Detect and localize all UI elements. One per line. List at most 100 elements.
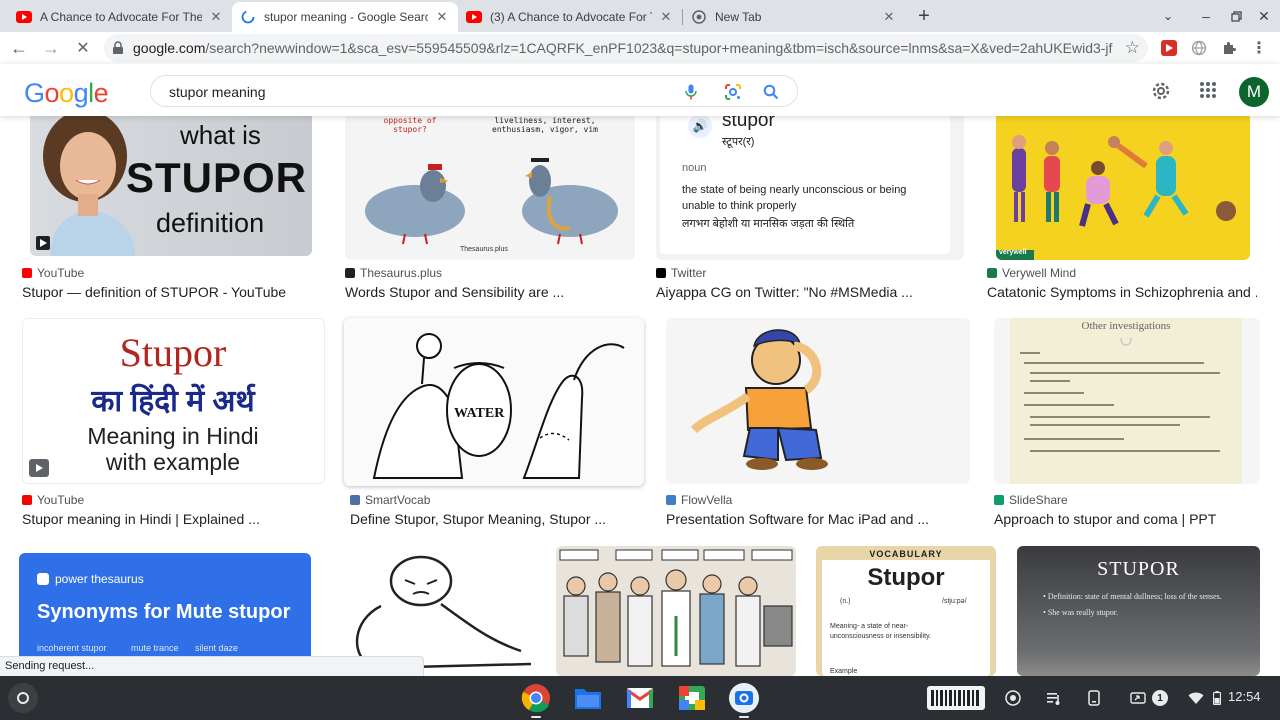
stop-loading-icon[interactable]: ✕ — [72, 37, 94, 59]
extensions-puzzle-icon[interactable] — [1220, 39, 1238, 57]
new-tab-button[interactable]: + — [914, 5, 934, 27]
settings-gear-icon[interactable] — [1150, 80, 1172, 102]
video-play-icon — [29, 459, 49, 477]
pigeons-illustration — [365, 158, 618, 245]
wifi-icon[interactable] — [1186, 688, 1206, 708]
result-title[interactable]: Catatonic Symptoms in Schizophrenia and … — [987, 284, 1257, 300]
camera-app-icon[interactable] — [729, 683, 759, 713]
slide-bullets — [1020, 338, 1220, 452]
result-title[interactable]: Stupor — definition of STUPOR - YouTube — [22, 284, 312, 300]
close-tab-icon[interactable]: ✕ — [881, 9, 897, 25]
image-result[interactable]: WATER SmartVocab Define Stupor, Stupor M… — [344, 318, 646, 538]
confused-person-illustration — [690, 329, 828, 470]
result-title[interactable]: Approach to stupor and coma | PPT — [994, 511, 1260, 527]
status-bubble: Sending request... — [0, 656, 424, 676]
result-thumbnail[interactable] — [556, 546, 796, 676]
forward-arrow-icon[interactable]: → — [40, 37, 62, 59]
slide: Other investigations — [1010, 318, 1242, 484]
phone-hub-icon[interactable] — [1084, 688, 1104, 708]
image-result[interactable]: VOCABULARY Stupor (n.) /stju:pə/ Meaning… — [816, 546, 996, 676]
result-thumbnail[interactable]: opposite of stupor? liveliness, interest… — [345, 116, 635, 260]
chrome-app-icon[interactable] — [521, 683, 551, 713]
result-thumbnail[interactable]: Other investigations — [994, 318, 1260, 484]
search-icon[interactable] — [761, 82, 781, 102]
voice-search-mic-icon[interactable] — [681, 82, 701, 102]
result-thumbnail[interactable]: VOCABULARY Stupor (n.) /stju:pə/ Meaning… — [816, 546, 996, 676]
tab-strip: A Chance to Advocate For The L ✕ stupor … — [0, 0, 1280, 32]
extension-red-icon[interactable] — [1160, 39, 1178, 57]
result-thumbnail[interactable]: WATER — [344, 318, 644, 486]
account-avatar[interactable]: M — [1239, 77, 1269, 107]
url-text: google.com/search?newwindow=1&sca_esv=55… — [133, 40, 1113, 56]
image-result[interactable]: FlowVella Presentation Software for Mac … — [666, 318, 972, 538]
url-path: /search?newwindow=1&sca_esv=559545509&rl… — [205, 40, 1113, 56]
media-controls-icon[interactable] — [1044, 688, 1064, 708]
vocab-kicker: VOCABULARY — [822, 548, 990, 560]
close-tab-icon[interactable]: ✕ — [658, 9, 674, 25]
video-play-icon — [36, 236, 50, 250]
result-thumbnail[interactable]: verywell — [996, 116, 1250, 260]
image-result[interactable]: opposite of stupor? liveliness, interest… — [345, 116, 637, 306]
chromeos-shelf: 1 12:54 — [0, 676, 1280, 720]
tab-youtube-1[interactable]: A Chance to Advocate For The L ✕ — [8, 2, 232, 32]
battery-icon[interactable] — [1207, 688, 1227, 708]
image-result[interactable]: STUPOR • Definition: state of mental dul… — [1017, 546, 1260, 676]
slide-bullet: • She was really stupor. — [1043, 608, 1119, 617]
launcher-button[interactable] — [8, 683, 38, 713]
result-title[interactable]: Aiyappa CG on Twitter: "No #MSMedia ... — [656, 284, 956, 300]
tab-new-tab[interactable]: New Tab ✕ — [683, 2, 905, 32]
shelf-clock[interactable]: 12:54 — [1228, 689, 1261, 704]
thumb-tag: incoherent stupor — [37, 643, 107, 653]
bookmark-star-icon[interactable]: ☆ — [1125, 38, 1140, 58]
google-lens-icon[interactable] — [723, 82, 743, 102]
image-result[interactable] — [556, 546, 796, 676]
google-meet-app-icon[interactable] — [677, 683, 707, 713]
result-thumbnail[interactable]: STUPOR • Definition: state of mental dul… — [1017, 546, 1260, 676]
image-result[interactable]: 🔊 stupor स्टूपर(र) noun the state of bei… — [656, 116, 966, 306]
result-thumbnail[interactable]: 🔊 stupor स्टूपर(र) noun the state of bei… — [656, 116, 964, 260]
tab-title: (3) A Chance to Advocate For Th — [490, 10, 652, 24]
result-thumbnail[interactable] — [666, 318, 970, 484]
youtube-icon — [16, 9, 32, 25]
power-thesaurus-logo-icon — [37, 573, 49, 585]
slide-bullet-text: Definition: state of mental dullness; lo… — [1047, 592, 1222, 601]
image-results-grid: what is STUPOR definition YouTube Stupor… — [0, 116, 1280, 676]
close-window-icon[interactable]: ✕ — [1254, 6, 1274, 26]
result-thumbnail[interactable]: Stupor का हिंदी में अर्थ Meaning in Hind… — [22, 318, 325, 484]
thumb-brand: Thesaurus.plus — [460, 246, 508, 253]
close-tab-icon[interactable]: ✕ — [208, 9, 224, 25]
more-menu-icon[interactable]: ⋮ — [1250, 39, 1268, 57]
back-arrow-icon[interactable]: ← — [8, 37, 30, 59]
google-logo[interactable]: Google — [24, 78, 109, 109]
screen-capture-thumbnail[interactable] — [927, 686, 985, 710]
result-title[interactable]: Stupor meaning in Hindi | Explained ... — [22, 511, 322, 527]
source-label: SlideShare — [1009, 493, 1068, 507]
close-tab-icon[interactable]: ✕ — [434, 9, 450, 25]
restore-icon[interactable] — [1226, 6, 1246, 26]
notification-count-badge[interactable]: 1 — [1152, 690, 1168, 706]
image-result[interactable]: verywell Verywell Mind Catatonic Symptom… — [987, 116, 1259, 306]
result-thumbnail[interactable]: what is STUPOR definition — [30, 116, 312, 256]
extension-globe-icon[interactable] — [1190, 39, 1208, 57]
screen-cast-icon[interactable] — [1128, 688, 1148, 708]
minimize-icon[interactable]: – — [1196, 6, 1216, 26]
result-source: FlowVella — [666, 493, 732, 507]
result-title[interactable]: Define Stupor, Stupor Meaning, Stupor ..… — [350, 511, 646, 527]
thumb-brand: verywell — [999, 249, 1027, 256]
result-title[interactable]: Presentation Software for Mac iPad and .… — [666, 511, 966, 527]
tab-search-chevron-icon[interactable]: ⌄ — [1158, 6, 1178, 26]
address-bar[interactable]: google.com/search?newwindow=1&sca_esv=55… — [104, 34, 1148, 62]
result-title[interactable]: Words Stupor and Sensibility are ... — [345, 284, 635, 300]
files-app-icon[interactable] — [573, 683, 603, 713]
google-apps-grid-icon[interactable] — [1199, 81, 1219, 101]
tab-title: stupor meaning - Google Search — [264, 10, 428, 24]
image-result[interactable]: what is STUPOR definition YouTube Stupor… — [22, 116, 314, 306]
tab-youtube-2[interactable]: (3) A Chance to Advocate For Th ✕ — [458, 2, 682, 32]
search-input[interactable] — [169, 82, 649, 102]
dictionary-pos: noun — [682, 162, 707, 174]
image-result[interactable]: Stupor का हिंदी में अर्थ Meaning in Hind… — [22, 318, 327, 538]
tab-google-search[interactable]: stupor meaning - Google Search ✕ — [232, 2, 458, 32]
image-result[interactable]: Other investigations SlideShare Approach… — [994, 318, 1260, 538]
gmail-app-icon[interactable] — [625, 683, 655, 713]
stylus-tools-icon[interactable] — [1003, 688, 1023, 708]
